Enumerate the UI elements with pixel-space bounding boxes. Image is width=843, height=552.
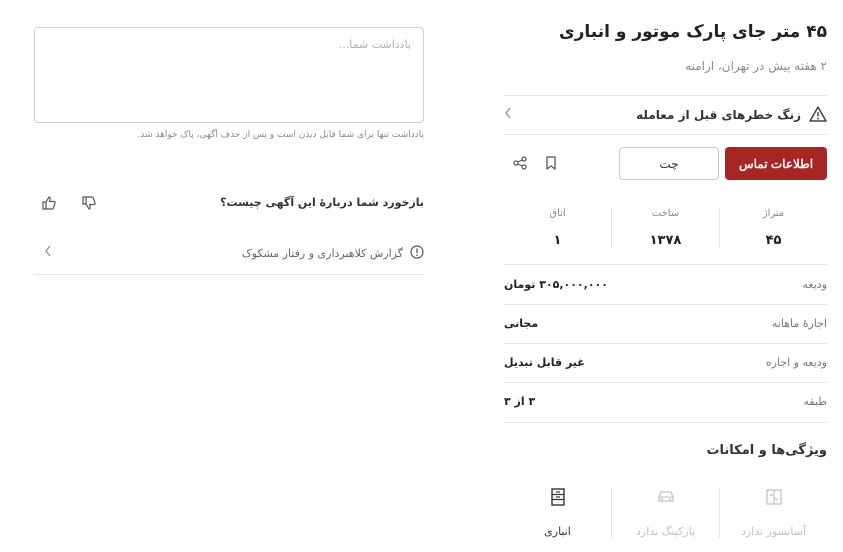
warning-icon <box>809 105 827 125</box>
elevator-icon <box>765 488 783 510</box>
note-textarea[interactable] <box>34 27 424 123</box>
car-icon <box>656 488 676 508</box>
warning-label: زنگ خطرهای قبل از معامله <box>636 108 801 122</box>
contact-info-button[interactable]: اطلاعات تماس <box>725 147 827 180</box>
share-icon[interactable] <box>509 152 531 174</box>
thumbs-up-icon[interactable] <box>38 192 60 214</box>
stats-row: متراژ ۴۵ ساخت ۱۳۷۸ اتاق ۱ <box>504 208 827 248</box>
page-title: ۴۵ متر جای پارک موتور و انباری <box>559 22 827 42</box>
chevron-left-icon <box>504 107 512 123</box>
report-label: گزارش کلاهبرداری و رفتار مشکوک <box>241 246 403 260</box>
detail-row-deposit: ودیعه ۳۰۵,۰۰۰,۰۰۰ تومان <box>504 278 827 291</box>
feature-parking: پارکینگ ندارد <box>611 488 719 538</box>
listing-subtitle: ۲ هفته پیش در تهران، ارامنه <box>685 59 827 73</box>
feature-elevator: آسانسور ندارد <box>719 488 827 538</box>
feature-storage: انباری <box>504 488 611 538</box>
report-fraud-row[interactable]: گزارش کلاهبرداری و رفتار مشکوک <box>34 240 424 266</box>
stat-rooms: اتاق ۱ <box>549 208 566 248</box>
chat-button[interactable]: چت <box>619 147 719 180</box>
divider <box>34 274 424 275</box>
divider <box>504 422 827 423</box>
features-row: آسانسور ندارد پارکینگ ندارد انباری <box>504 488 827 538</box>
thumbs-down-icon[interactable] <box>78 192 100 214</box>
feedback-question: بازخورد شما دربارهٔ این آگهی چیست؟ <box>220 196 424 209</box>
warning-row[interactable]: زنگ خطرهای قبل از معامله <box>504 96 827 134</box>
bookmark-icon[interactable] <box>540 152 562 174</box>
stat-area: متراژ ۴۵ <box>719 208 827 248</box>
note-hint: یادداشت تنها برای شما قابل دیدن است و پس… <box>137 130 424 140</box>
features-title: ویژگی‌ها و امکانات <box>706 443 827 458</box>
detail-row-convertible: ودیعه و اجاره غیر قابل تبدیل <box>504 356 827 369</box>
detail-row-rent: اجارهٔ ماهانه مجانی <box>504 317 827 330</box>
detail-row-floor: طبقه ۳ از ۳ <box>504 395 827 408</box>
info-icon <box>410 244 424 262</box>
divider <box>504 134 827 135</box>
chevron-left-icon <box>44 245 52 261</box>
storage-icon <box>550 488 566 510</box>
stat-year-built: ساخت ۱۳۷۸ <box>611 208 719 248</box>
